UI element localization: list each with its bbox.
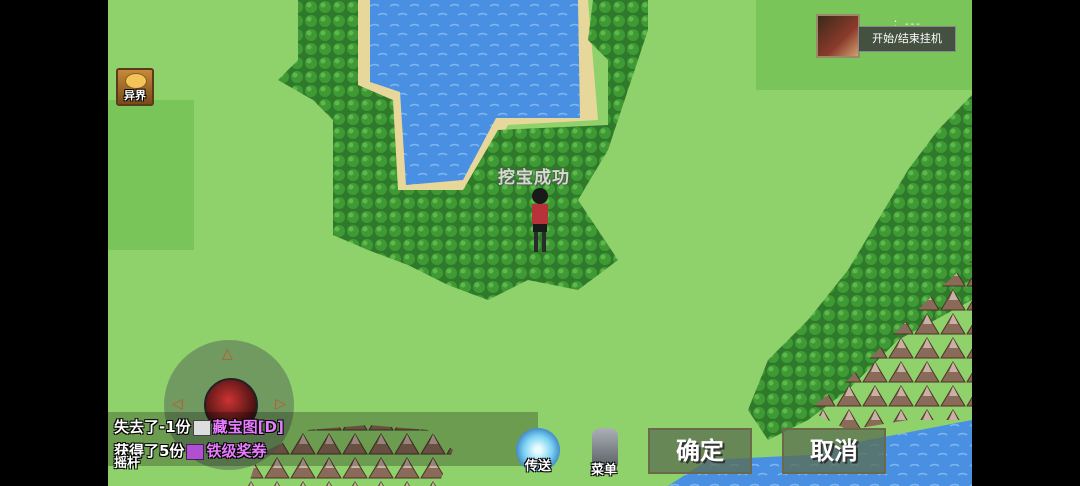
letterbox-right <box>972 0 1080 486</box>
otherworld-label: 异界 <box>124 89 146 102</box>
message-line: 失去了-1份 藏宝图[D] <box>114 418 284 436</box>
cancel-button[interactable]: 取消 <box>782 428 886 474</box>
arrow-left-icon: ◁ <box>172 396 183 412</box>
letterbox-left <box>0 0 108 486</box>
menu-button[interactable]: 菜单 <box>582 426 626 478</box>
map-item-icon <box>192 419 211 436</box>
menu-label: 菜单 <box>590 463 617 478</box>
boss-portrait-icon <box>816 14 860 58</box>
arrow-up-icon: △ <box>222 346 233 362</box>
teleport-orb-icon[interactable]: 传送 <box>516 428 560 474</box>
teleport-label: 传送 <box>524 459 551 474</box>
otherworld-button[interactable]: 异界 <box>116 68 154 106</box>
ticket-item-icon <box>186 443 205 460</box>
joystick-label: 摇杆 <box>114 456 141 471</box>
arrow-right-icon: ▷ <box>275 396 286 412</box>
auto-battle-button[interactable]: 开始/结束挂机 <box>858 26 956 52</box>
game-viewport[interactable]: 挖宝成功 异界 ：--- 开始/结束挂机 △ ▽ ◁ ▷ 失去了-1份 藏宝图[D… <box>108 0 972 486</box>
confirm-button[interactable]: 确定 <box>648 428 752 474</box>
dig-success-text: 挖宝成功 <box>498 168 570 188</box>
grass-patch <box>108 100 194 250</box>
auto-battle-panel: ：--- 开始/结束挂机 <box>816 14 958 58</box>
